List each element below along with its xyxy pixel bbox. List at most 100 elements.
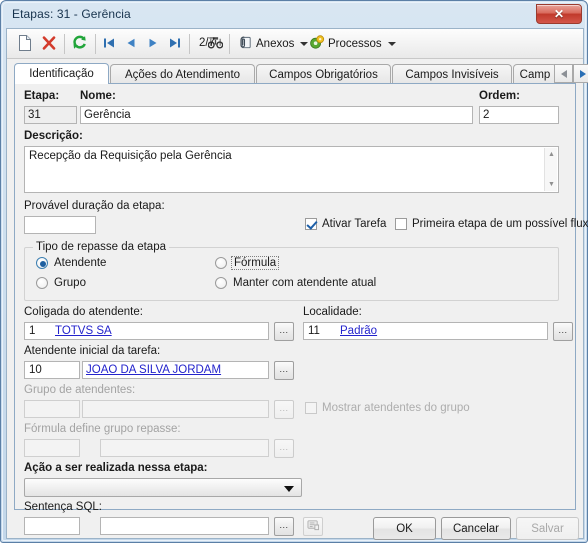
acao-label: Ação a ser realizada nessa etapa:: [24, 462, 208, 474]
sentenca-value-input[interactable]: [100, 517, 269, 535]
tipo-repasse-groupbox: Tipo de repasse da etapa Atendente Grupo…: [24, 241, 559, 301]
toolbar-separator-2: [95, 34, 96, 54]
close-button[interactable]: ✕: [536, 4, 582, 24]
processos-label: Processos: [328, 38, 382, 50]
sentenca-lookup-button[interactable]: ...: [274, 517, 294, 536]
formula-grupo-name-input[interactable]: [100, 439, 269, 457]
atendente-label: Atendente inicial da tarefa:: [24, 345, 161, 357]
tab-label: Campos Invisíveis: [405, 68, 499, 81]
localidade-name-link[interactable]: Padrão: [340, 325, 377, 337]
ativar-tarefa-checkbox[interactable]: Ativar Tarefa: [305, 218, 386, 230]
tab-label: Campos Obrigatórios: [269, 68, 378, 81]
title-bar: Etapas: 31 - Gerência ✕: [3, 3, 587, 27]
scroll-up-icon[interactable]: ▲: [545, 148, 558, 161]
grupo-code-input[interactable]: [24, 400, 80, 418]
tab-scroll-right-icon: [579, 69, 586, 78]
coligada-lookup-button[interactable]: ...: [274, 322, 294, 341]
first-record-button[interactable]: [98, 32, 120, 56]
radio-manter-atendente[interactable]: Manter com atendente atual: [215, 277, 376, 289]
tab-campos-obrigatorios[interactable]: Campos Obrigatórios: [256, 64, 391, 84]
grupo-lookup-button[interactable]: ...: [274, 400, 294, 419]
radio-unselected-icon: [36, 277, 48, 289]
radio-grupo[interactable]: Grupo: [36, 277, 86, 289]
nome-input[interactable]: [80, 106, 473, 124]
anexos-menu-button[interactable]: Anexos: [236, 32, 310, 56]
sentenca-sql-label: Sentença SQL:: [24, 501, 102, 513]
radio-manter-label: Manter com atendente atual: [233, 277, 377, 289]
processos-menu-button[interactable]: Processos: [307, 32, 398, 56]
next-record-icon: [147, 37, 159, 52]
coligada-label: Coligada do atendente:: [24, 306, 143, 318]
tab-page-identificacao: Etapa: Nome: Ordem: Descrição: Recepção …: [14, 83, 588, 536]
save-button[interactable]: Salvar: [516, 517, 579, 540]
radio-formula-label: Fórmula: [231, 256, 280, 270]
toolbar: 2/7 Anexos Processos: [7, 29, 583, 59]
tab-scroll-left-button[interactable]: [554, 64, 573, 83]
chevron-down-icon: [284, 485, 294, 492]
formula-grupo-label: Fórmula define grupo repasse:: [24, 423, 181, 435]
chevron-down-icon: [387, 42, 396, 46]
ordem-input[interactable]: [479, 106, 559, 124]
previous-record-button[interactable]: [120, 32, 142, 56]
localidade-lookup-button[interactable]: ...: [553, 322, 573, 341]
mostrar-atendentes-label: Mostrar atendentes do grupo: [322, 402, 470, 414]
tab-label: Ações do Atendimento: [124, 68, 241, 81]
descricao-textarea[interactable]: Recepção da Requisição pela Gerência ▲ ▼: [24, 146, 559, 193]
anexos-label: Anexos: [256, 38, 295, 50]
cancel-button[interactable]: Cancelar: [441, 517, 511, 540]
refresh-button[interactable]: [67, 32, 91, 56]
ordem-label: Ordem:: [479, 90, 520, 102]
coligada-name-link[interactable]: TOTVS SA: [55, 325, 112, 337]
atendente-lookup-button[interactable]: ...: [274, 361, 294, 380]
tab-scroll-right-button[interactable]: [573, 64, 588, 83]
checkbox-checked-icon: [305, 218, 317, 230]
dialog-window: Etapas: 31 - Gerência ✕ 2/7 Anexos Proce…: [0, 0, 588, 543]
localidade-label: Localidade:: [303, 306, 362, 318]
grupo-atendentes-label: Grupo de atendentes:: [24, 384, 136, 396]
next-record-button[interactable]: [142, 32, 164, 56]
toolbar-separator-1: [64, 34, 65, 54]
atendente-name-link[interactable]: JOAO DA SILVA JORDAM: [86, 364, 221, 376]
tab-acoes-do-atendimento[interactable]: Ações do Atendimento: [110, 64, 255, 84]
etapa-input[interactable]: [24, 106, 77, 124]
tab-identificacao[interactable]: Identificação: [14, 63, 109, 84]
first-record-icon: [103, 37, 115, 52]
sql-script-icon: [307, 518, 320, 536]
new-record-button[interactable]: [13, 32, 37, 56]
record-counter: 2/7: [199, 37, 215, 49]
radio-selected-icon: [36, 257, 48, 269]
radio-atendente[interactable]: Atendente: [36, 257, 106, 269]
tab-label: Camp: [519, 68, 551, 81]
etapa-label: Etapa:: [24, 90, 60, 102]
duracao-input[interactable]: [24, 216, 96, 234]
radio-unselected-icon: [215, 257, 227, 269]
new-document-icon: [18, 34, 32, 54]
acao-combobox[interactable]: [24, 478, 302, 497]
mostrar-atendentes-checkbox[interactable]: Mostrar atendentes do grupo: [305, 402, 470, 414]
radio-formula[interactable]: Fórmula: [215, 256, 280, 270]
tab-camp[interactable]: Camp: [513, 64, 557, 84]
delete-record-button[interactable]: [37, 32, 61, 56]
radio-unselected-icon: [215, 277, 227, 289]
ok-button[interactable]: OK: [373, 517, 436, 540]
formula-grupo-lookup-button[interactable]: ...: [274, 439, 294, 458]
sentenca-code-input[interactable]: [24, 517, 80, 535]
formula-grupo-code-input[interactable]: [24, 439, 80, 457]
primeira-etapa-checkbox[interactable]: Primeira etapa de um possível fluxo: [395, 218, 588, 230]
window-title: Etapas: 31 - Gerência: [12, 7, 131, 21]
descricao-text: Recepção da Requisição pela Gerência: [29, 150, 232, 162]
paperclip-icon: [238, 35, 253, 53]
tipo-repasse-caption: Tipo de repasse da etapa: [33, 241, 169, 253]
previous-record-icon: [125, 37, 137, 52]
descricao-scrollbar[interactable]: ▲ ▼: [544, 148, 557, 191]
close-icon: ✕: [553, 7, 565, 21]
tab-scroll-left-icon: [560, 69, 567, 78]
grupo-name-input[interactable]: [82, 400, 269, 418]
sql-script-button[interactable]: [303, 517, 323, 536]
tab-campos-invisiveis[interactable]: Campos Invisíveis: [392, 64, 512, 84]
processes-gear-icon: [309, 35, 325, 53]
atendente-code-input[interactable]: [24, 361, 80, 379]
tab-strip: Identificação Ações do Atendimento Campo…: [14, 63, 588, 84]
refresh-icon: [72, 35, 87, 53]
scroll-down-icon[interactable]: ▼: [545, 178, 558, 191]
